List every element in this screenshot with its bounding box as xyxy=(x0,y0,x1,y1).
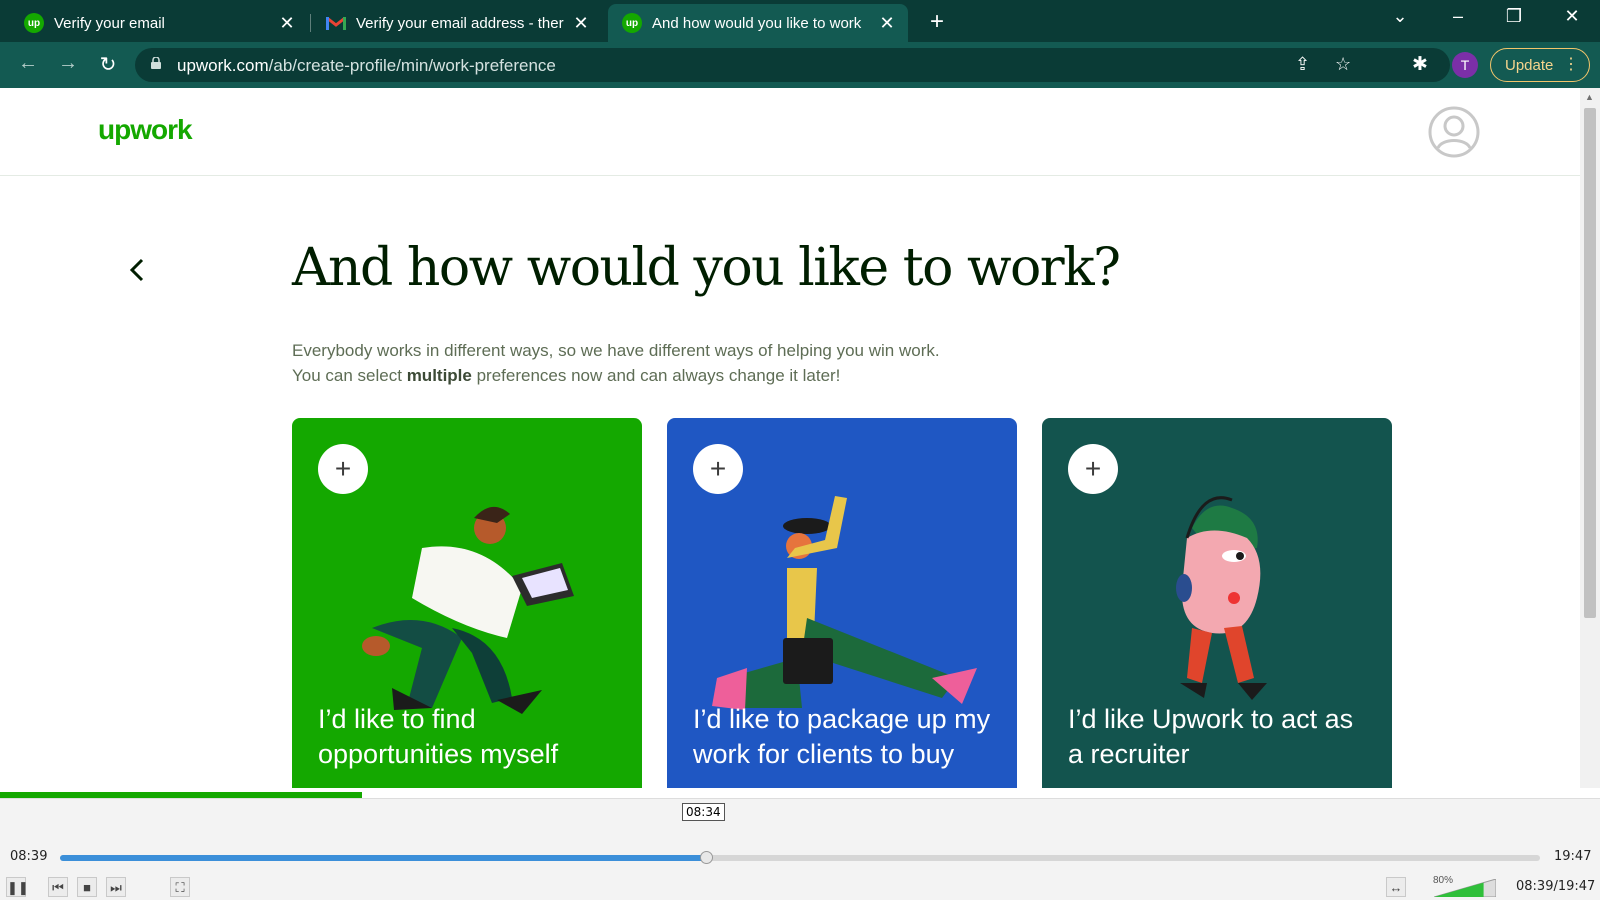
scroll-up-arrow-icon[interactable]: ▲ xyxy=(1585,92,1594,102)
tab-verify-email[interactable]: up Verify your email ✕ xyxy=(10,4,308,42)
seek-hover-time: 08:34 xyxy=(682,803,725,821)
video-player-controls: 08:34 08:39 19:47 ❚❚ ⏮ ■ ⏭ ⛶ ↔ 80% 08:39… xyxy=(0,798,1600,900)
card-label: I’d like to package up my work for clien… xyxy=(693,704,991,769)
subtitle-line-1: Everybody works in different ways, so we… xyxy=(292,341,940,360)
tab-work-preference[interactable]: up And how would you like to work ✕ xyxy=(608,4,908,42)
aspect-ratio-button[interactable]: ↔ xyxy=(1386,877,1406,897)
fullscreen-toggle-button[interactable]: ⛶ xyxy=(170,877,190,897)
current-time: 08:39 xyxy=(10,849,48,864)
update-button[interactable]: Update ⋮ xyxy=(1490,48,1590,82)
url-path: /ab/create-profile/min/work-preference xyxy=(268,56,556,75)
volume-slider[interactable] xyxy=(1434,879,1496,897)
site-header: upwork xyxy=(0,88,1580,176)
tab-title: Verify your email xyxy=(54,14,165,32)
subtitle-text: You can select xyxy=(292,366,407,385)
user-avatar-icon[interactable] xyxy=(1428,106,1480,158)
page-subtitle: Everybody works in different ways, so we… xyxy=(292,338,940,388)
url-text: upwork.com/ab/create-profile/min/work-pr… xyxy=(177,56,556,76)
bookmark-star-icon[interactable]: ☆ xyxy=(1335,54,1351,75)
previous-button[interactable]: ⏮ xyxy=(48,877,68,897)
window-close-icon[interactable]: ✕ xyxy=(1552,6,1592,27)
page-title: And how would you like to work? xyxy=(292,238,1121,298)
card-label: I’d like Upwork to act as a recruiter xyxy=(1068,704,1354,769)
tab-gmail-verify[interactable]: Verify your email address - there ✕ xyxy=(312,4,602,42)
url-domain: upwork.com xyxy=(177,56,269,75)
duration: 19:47 xyxy=(1554,849,1592,864)
update-label: Update xyxy=(1505,56,1554,74)
pause-button[interactable]: ❚❚ xyxy=(6,877,29,897)
tab-title: And how would you like to work xyxy=(652,14,862,32)
tab-title: Verify your email address - there xyxy=(356,14,564,32)
tab-search-icon[interactable]: ⌄ xyxy=(1380,6,1420,27)
minimize-icon[interactable]: – xyxy=(1438,6,1478,27)
forward-arrow-icon[interactable]: → xyxy=(54,52,82,75)
recruiter-headset-illustration xyxy=(1176,496,1267,700)
browser-toolbar: ← → ↻ upwork.com/ab/create-profile/min/w… xyxy=(0,42,1600,88)
time-summary: 08:39/19:47 xyxy=(1516,879,1596,894)
close-icon[interactable]: ✕ xyxy=(570,13,592,34)
page-scrollbar[interactable]: ▲ xyxy=(1580,88,1600,788)
page-content: upwork And how would you like to work? E… xyxy=(0,88,1580,788)
freelancer-laptop-illustration xyxy=(362,506,574,714)
gmail-icon xyxy=(326,13,346,33)
subtitle-emphasis: multiple xyxy=(406,366,472,385)
stop-button[interactable]: ■ xyxy=(77,877,97,897)
browser-tab-strip: up Verify your email ✕ Verify your email… xyxy=(0,0,1600,42)
scrollbar-thumb[interactable] xyxy=(1584,108,1596,618)
project-catalog-illustration xyxy=(712,496,977,710)
card-find-opportunities[interactable]: + I’d like to find opportunities myself xyxy=(292,418,642,788)
tab-divider xyxy=(310,14,311,32)
card-package-work[interactable]: + I’d like to package up my work for cli… xyxy=(667,418,1017,788)
lock-icon xyxy=(151,57,161,69)
upwork-icon: up xyxy=(622,13,642,33)
subtitle-text: preferences now and can always change it… xyxy=(471,366,841,385)
back-arrow-icon[interactable]: ← xyxy=(14,52,42,75)
seek-bar-fill xyxy=(60,855,707,861)
new-tab-button[interactable]: + xyxy=(922,8,952,36)
card-recruiter[interactable]: + I’d like Upwork to act as a recruiter xyxy=(1042,418,1392,788)
upwork-logo[interactable]: upwork xyxy=(98,114,193,146)
share-icon[interactable]: ⇪ xyxy=(1295,54,1310,75)
close-icon[interactable]: ✕ xyxy=(876,13,898,34)
address-bar[interactable]: upwork.com/ab/create-profile/min/work-pr… xyxy=(135,48,1450,82)
card-label: I’d like to find opportunities myself xyxy=(318,704,559,769)
profile-avatar[interactable]: T xyxy=(1452,52,1478,78)
back-chevron-icon[interactable] xyxy=(124,256,152,284)
subtitle-line-2: You can select multiple preferences now … xyxy=(292,363,940,388)
seek-bar[interactable] xyxy=(60,851,1540,864)
upwork-icon: up xyxy=(24,13,44,33)
extensions-puzzle-icon[interactable]: ✱ xyxy=(1412,53,1428,76)
seek-handle[interactable] xyxy=(700,851,714,864)
more-menu-icon[interactable]: ⋮ xyxy=(1563,54,1579,74)
reload-icon[interactable]: ↻ xyxy=(94,52,122,77)
restore-icon[interactable]: ❐ xyxy=(1494,6,1534,27)
close-icon[interactable]: ✕ xyxy=(276,13,298,34)
next-button[interactable]: ⏭ xyxy=(106,877,126,897)
